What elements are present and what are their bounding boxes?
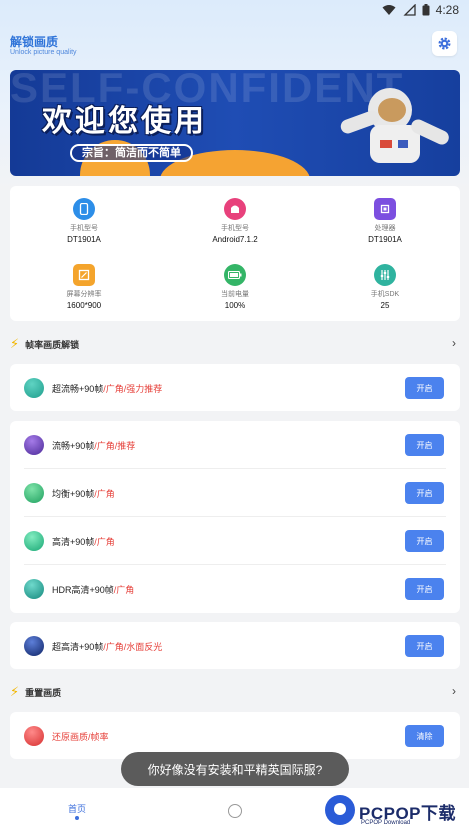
preset-icon: [24, 636, 44, 656]
enable-button[interactable]: 开启: [405, 635, 444, 657]
info-label: 手机SDK: [370, 291, 400, 298]
info-label: 当前电量: [221, 291, 249, 298]
preset-card-2: 流畅+90帧/广角/推荐 开启 均衡+90帧/广角 开启 高清+90帧/广角 开…: [10, 421, 460, 613]
info-label: 处理器: [374, 225, 396, 232]
toast-message: 你好像没有安装和平精英国际服?: [121, 752, 349, 786]
section-title: 帧率画质解锁: [25, 339, 80, 350]
info-phone-model: 手机型号 DT1901A: [14, 198, 154, 246]
banner-slogan: 宗旨：简洁而不简单: [70, 144, 193, 162]
info-label: 屏幕分辨率: [66, 291, 102, 298]
screen-icon: [73, 264, 95, 286]
info-value: DT1901A: [67, 235, 101, 244]
section-header-reset[interactable]: ⚡ 重置画质 ›: [10, 682, 460, 702]
info-value: DT1901A: [368, 235, 402, 244]
wifi-icon: [382, 5, 396, 15]
android-icon: [224, 198, 246, 220]
reset-icon: [24, 726, 44, 746]
enable-button[interactable]: 开启: [405, 377, 444, 399]
info-value: Android7.1.2: [212, 235, 258, 244]
info-resolution: 屏幕分辨率 1600*900: [14, 264, 154, 312]
bolt-icon: ⚡: [10, 336, 20, 351]
nav-home-tab[interactable]: 首页: [68, 802, 86, 815]
bolt-icon: ⚡: [10, 684, 20, 699]
preset-icon: [24, 378, 44, 398]
pcpop-logo-icon: [325, 795, 355, 825]
info-android-version: 手机型号 Android7.1.2: [165, 198, 305, 246]
section-header-unlock[interactable]: ⚡ 帧率画质解锁 ›: [10, 334, 460, 354]
clear-button[interactable]: 清除: [405, 725, 444, 747]
preset-row: HDR高清+90帧/广角 开启: [10, 565, 460, 613]
reset-label: 还原画质/帧率: [52, 731, 109, 742]
preset-icon: [24, 435, 44, 455]
enable-button[interactable]: 开启: [405, 530, 444, 552]
preset-row: 流畅+90帧/广角/推荐 开启: [10, 421, 460, 469]
preset-label: 超高清+90帧/广角/水面反光: [52, 641, 163, 652]
chevron-right-icon[interactable]: ›: [452, 684, 456, 698]
battery-status-icon: [422, 4, 430, 16]
device-info-card: 手机型号 DT1901A 手机型号 Android7.1.2 处理器 DT190…: [10, 186, 460, 321]
gear-icon: [438, 37, 451, 50]
phone-icon: [73, 198, 95, 220]
cpu-icon: [374, 198, 396, 220]
info-processor: 处理器 DT1901A: [315, 198, 455, 246]
preset-label: 流畅+90帧/广角/推荐: [52, 440, 136, 451]
preset-row: 高清+90帧/广角 开启: [10, 517, 460, 565]
enable-button[interactable]: 开启: [405, 578, 444, 600]
welcome-banner[interactable]: SELF-CONFIDENT 欢迎您使用 宗旨：简洁而不简单: [10, 70, 460, 176]
info-sdk: 手机SDK 25: [315, 264, 455, 312]
status-bar: 4:28: [0, 0, 469, 20]
info-value: 25: [380, 301, 390, 310]
signal-icon: [403, 4, 416, 16]
info-label: 手机型号: [70, 225, 98, 232]
preset-label: 均衡+90帧/广角: [52, 488, 115, 499]
info-label: 手机型号: [221, 225, 249, 232]
preset-label: 高清+90帧/广角: [52, 536, 115, 547]
active-indicator: [75, 816, 79, 820]
preset-card-3: 超高清+90帧/广角/水面反光 开启: [10, 622, 460, 669]
settings-button[interactable]: [432, 31, 457, 56]
preset-row: 超高清+90帧/广角/水面反光 开启: [10, 622, 460, 670]
status-time: 4:28: [435, 3, 459, 17]
info-value: 100%: [224, 301, 246, 310]
watermark-subtext: PCPOP Download: [361, 820, 411, 826]
info-battery: 当前电量 100%: [165, 264, 305, 312]
section-title: 重置画质: [25, 687, 62, 698]
preset-label: 超流畅+90帧/广角/强力推荐: [52, 383, 163, 394]
preset-label: HDR高清+90帧/广角: [52, 584, 135, 595]
astronaut-illustration: [340, 88, 449, 163]
chevron-right-icon[interactable]: ›: [452, 336, 456, 350]
preset-row: 超流畅+90帧/广角/强力推荐 开启: [10, 364, 460, 412]
preset-icon: [24, 483, 44, 503]
info-value: 1600*900: [66, 301, 102, 310]
preset-row: 均衡+90帧/广角 开启: [10, 469, 460, 517]
enable-button[interactable]: 开启: [405, 482, 444, 504]
watermark-logo: PCPOP下载 PCPOP Download: [325, 793, 467, 833]
banner-headline: 欢迎您使用: [42, 105, 207, 138]
app-title: 解锁画质: [10, 35, 59, 49]
preset-icon: [24, 579, 44, 599]
preset-icon: [24, 531, 44, 551]
battery-icon: [224, 264, 246, 286]
compass-icon[interactable]: [228, 804, 242, 818]
enable-button[interactable]: 开启: [405, 434, 444, 456]
sliders-icon: [374, 264, 396, 286]
app-subtitle: Unlock picture quality: [10, 49, 77, 56]
preset-card-1: 超流畅+90帧/广角/强力推荐 开启: [10, 364, 460, 411]
